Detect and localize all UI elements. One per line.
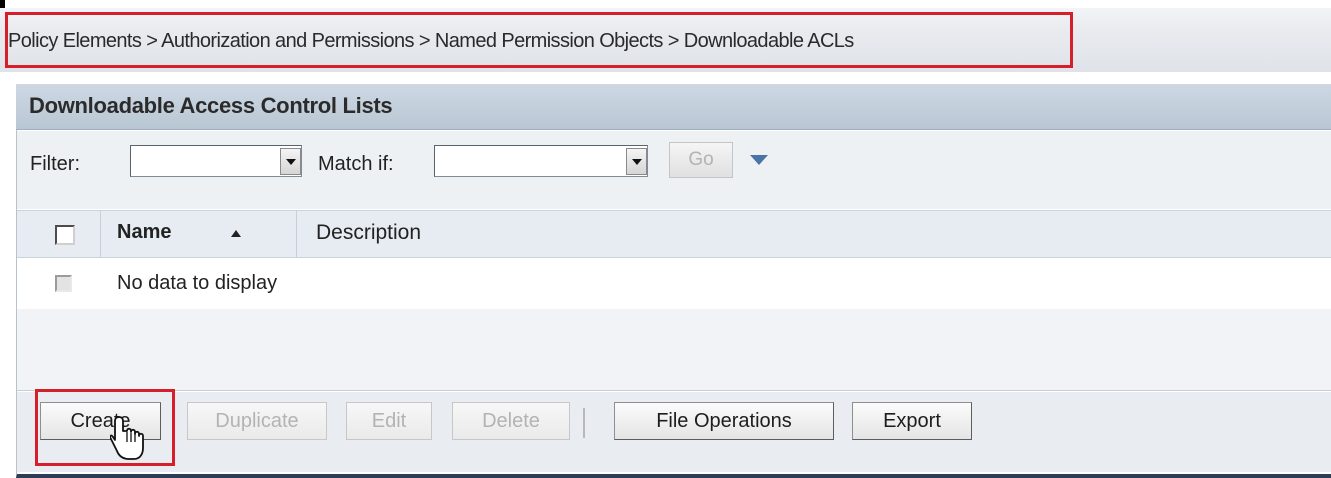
row-checkbox: [55, 275, 72, 292]
empty-message: No data to display: [117, 272, 278, 294]
column-divider: [296, 211, 297, 257]
export-button[interactable]: Export: [852, 402, 972, 440]
create-highlight: [35, 389, 175, 466]
chevron-down-icon[interactable]: [626, 148, 647, 175]
column-header-description[interactable]: Description: [316, 221, 421, 245]
table-empty-area: [17, 309, 1331, 391]
select-all-checkbox[interactable]: [55, 225, 75, 245]
hand-pointer-icon: [110, 416, 144, 460]
breadcrumb: Policy Elements > Authorization and Perm…: [5, 12, 1073, 68]
chevron-down-icon[interactable]: [280, 148, 301, 175]
triangle-down-icon[interactable]: [750, 155, 768, 165]
match-if-select[interactable]: [434, 145, 648, 177]
toolbar-separator: [583, 408, 585, 438]
column-header-name[interactable]: Name: [117, 221, 171, 244]
go-button[interactable]: Go: [669, 142, 733, 178]
filter-label: Filter:: [30, 153, 80, 175]
filter-select[interactable]: [130, 145, 302, 177]
sort-ascending-icon[interactable]: [231, 230, 241, 237]
column-divider: [100, 211, 101, 257]
match-if-label: Match if:: [318, 153, 394, 175]
delete-button[interactable]: Delete: [452, 402, 570, 440]
panel-title: Downloadable Access Control Lists: [29, 93, 393, 118]
edit-button[interactable]: Edit: [346, 402, 432, 440]
duplicate-button[interactable]: Duplicate: [187, 402, 327, 440]
file-operations-button[interactable]: File Operations: [614, 402, 834, 440]
breadcrumb-text: Policy Elements > Authorization and Perm…: [8, 29, 854, 52]
table-header: [17, 210, 1331, 258]
